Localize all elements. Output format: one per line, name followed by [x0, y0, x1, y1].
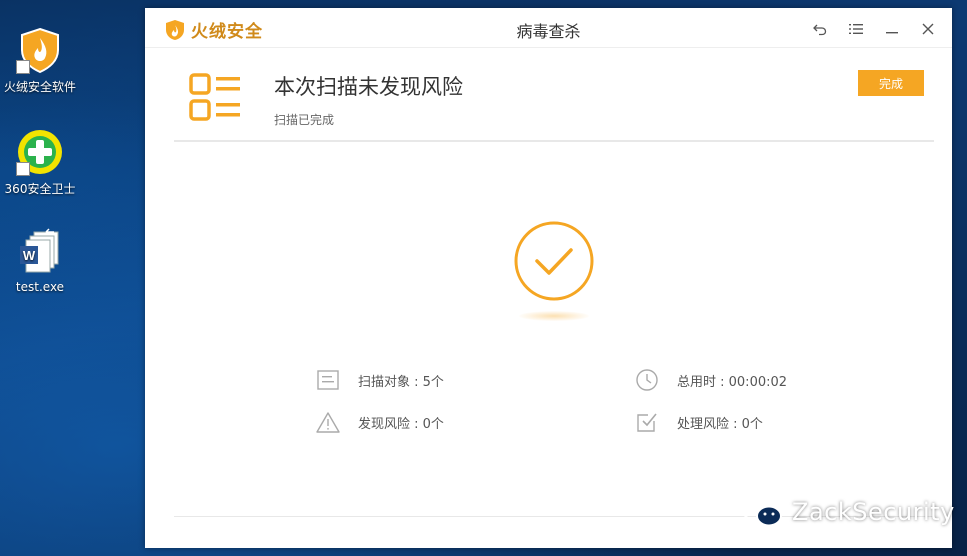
- stat-risks-found-label: 发现风险 : 0个: [358, 416, 444, 432]
- desktop-icon-label: test.exe: [15, 280, 65, 294]
- close-icon[interactable]: [910, 16, 946, 42]
- stat-total-time: 总用时 : 00:00:02: [635, 368, 787, 392]
- scan-list-icon: [189, 73, 240, 121]
- window-controls: [802, 16, 946, 42]
- stat-total-time-label: 总用时 : 00:00:02: [677, 374, 788, 390]
- document-icon: [316, 368, 340, 392]
- title-bar[interactable]: 火绒安全 病毒查杀: [145, 8, 952, 48]
- shortcut-arrow-icon: [16, 162, 30, 176]
- svg-text:W: W: [23, 248, 36, 263]
- desktop-icon-test-exe[interactable]: W test.exe: [0, 228, 80, 294]
- back-icon[interactable]: [802, 16, 838, 42]
- warning-icon: [316, 410, 340, 434]
- desktop-icon-label: 360安全卫士: [4, 182, 76, 196]
- result-header: 本次扫描未发现风险 扫描已完成 完成: [145, 48, 952, 141]
- minimize-icon[interactable]: [874, 16, 910, 42]
- stat-scan-objects: 扫描对象 : 5个: [316, 368, 444, 392]
- wechat-icon: [741, 497, 782, 527]
- desktop-icon-huorong[interactable]: 火绒安全软件: [0, 26, 80, 95]
- word-document-icon: W: [16, 228, 64, 276]
- watermark-text: ZackSecurity: [792, 498, 955, 526]
- stat-scan-objects-label: 扫描对象 : 5个: [358, 374, 444, 390]
- menu-icon[interactable]: [838, 16, 874, 42]
- clock-icon: [635, 368, 659, 392]
- result-title: 本次扫描未发现风险: [274, 75, 463, 99]
- huorong-shield-icon: [16, 26, 64, 74]
- desktop-icon-label: 火绒安全软件: [3, 80, 76, 94]
- done-button[interactable]: 完成: [858, 70, 924, 96]
- result-subtitle: 扫描已完成: [274, 113, 335, 127]
- 360-guard-icon: [16, 128, 64, 176]
- checkbox-icon: [635, 410, 659, 434]
- stat-risks-handled: 处理风险 : 0个: [635, 410, 763, 434]
- watermark: ZackSecurity: [740, 495, 955, 529]
- shortcut-arrow-icon: [16, 60, 30, 74]
- check-circle-icon: [514, 221, 594, 301]
- stat-risks-found: 发现风险 : 0个: [316, 410, 444, 434]
- stat-risks-handled-label: 处理风险 : 0个: [677, 416, 763, 432]
- desktop-icon-360[interactable]: 360安全卫士: [0, 128, 80, 197]
- header-divider: [174, 140, 934, 142]
- check-shadow: [519, 311, 589, 321]
- huorong-window: 火绒安全 病毒查杀 本次扫描未发现风险 扫描已完成 完成 扫描对象: 5个 总…: [145, 8, 952, 548]
